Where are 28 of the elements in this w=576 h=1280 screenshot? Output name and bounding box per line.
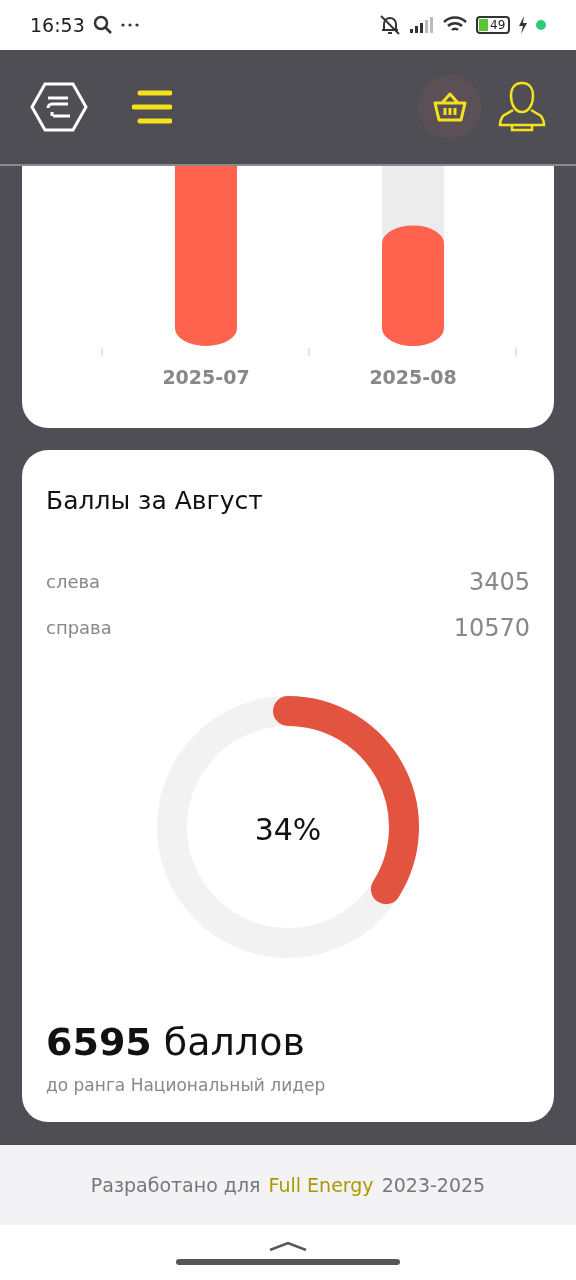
bar-label: 2025-08 bbox=[369, 366, 457, 388]
charging-icon bbox=[518, 16, 528, 34]
clock-time: 16:53 bbox=[30, 12, 85, 38]
logo-icon[interactable] bbox=[30, 82, 88, 132]
rank-caption: до ранга Национальный лидер bbox=[46, 1074, 327, 1098]
card-title: Баллы за Август bbox=[46, 485, 264, 517]
points-number: 6595 bbox=[46, 1019, 152, 1064]
dot-icon bbox=[536, 20, 546, 30]
home-indicator[interactable] bbox=[176, 1258, 400, 1265]
bar-label: 2025-07 bbox=[162, 366, 250, 388]
footer-years: 2023-2025 bbox=[381, 1172, 486, 1198]
footer-text: Разработано для bbox=[90, 1172, 261, 1198]
battery-icon: 49 bbox=[476, 16, 510, 34]
row-label: слева bbox=[46, 570, 101, 594]
row-value: 3405 bbox=[468, 566, 530, 598]
search-icon bbox=[92, 15, 113, 35]
percent-label: 34% bbox=[253, 810, 323, 849]
brand-link[interactable]: Full Energy bbox=[268, 1170, 374, 1200]
user-icon[interactable] bbox=[498, 80, 546, 134]
points-unit: баллов bbox=[163, 1019, 305, 1064]
chevron-up-icon[interactable] bbox=[268, 1240, 308, 1251]
more-icon bbox=[120, 23, 139, 27]
row-label: справа bbox=[46, 616, 112, 640]
muted-bell-icon bbox=[378, 14, 402, 36]
signal-icon bbox=[410, 17, 434, 33]
menu-icon[interactable] bbox=[132, 90, 172, 124]
basket-icon bbox=[432, 91, 468, 123]
row-value: 10570 bbox=[453, 612, 530, 644]
